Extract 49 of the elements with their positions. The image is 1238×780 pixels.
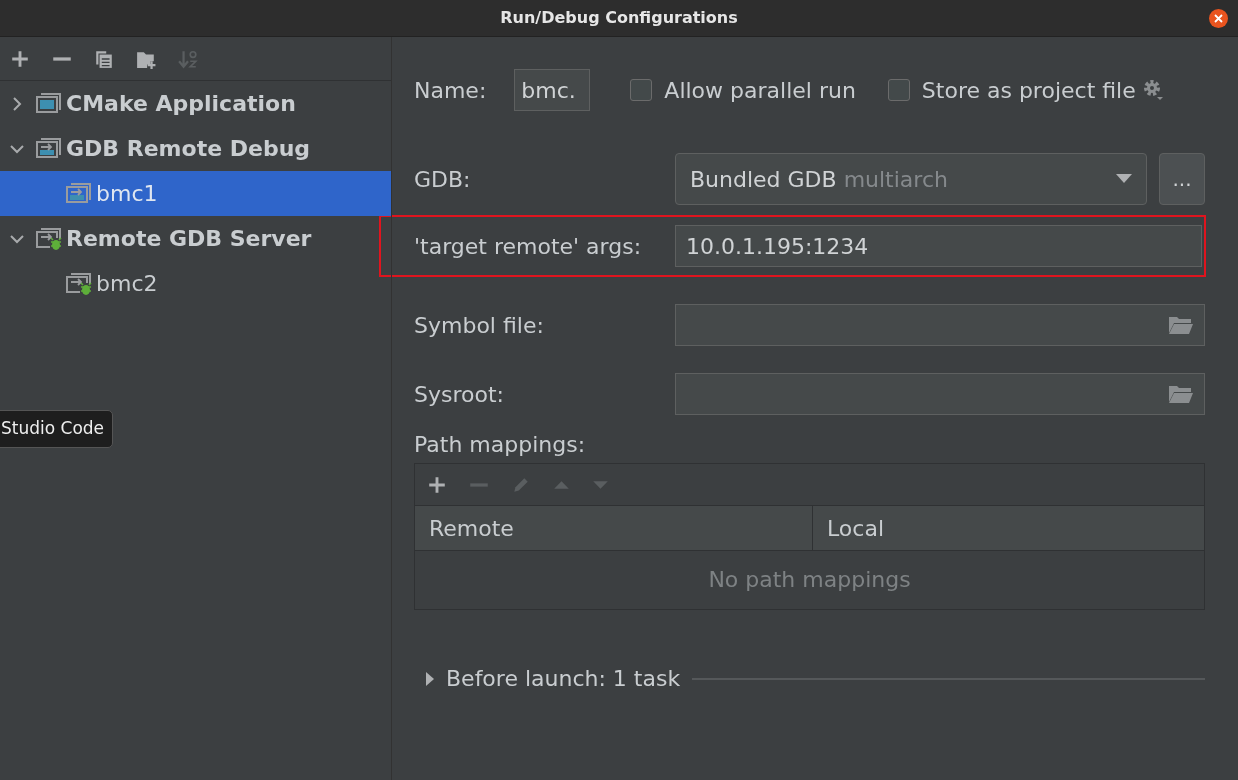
bug-config-icon [66,271,92,296]
tree-item[interactable]: bmc1 [0,171,391,216]
triangle-up-icon [553,479,570,490]
tree-item[interactable]: bmc2 [0,261,391,306]
remote-config-icon [66,181,92,206]
plus-button[interactable] [10,48,30,69]
bug-config-icon [36,226,62,251]
column-header: Local [826,514,886,543]
dropdown[interactable]: Bundled GDB multiarch [675,153,1147,205]
section-label: Path mappings: [414,430,587,459]
tree-item[interactable]: CMake Application [0,81,391,126]
close-icon [1214,14,1223,23]
caret-icon [1116,174,1132,184]
minus-icon [469,482,489,487]
sort-icon [178,48,198,69]
copy-button[interactable] [94,48,114,69]
tree-item[interactable]: Remote GDB Server [0,216,391,261]
browse-button[interactable]: ... [1159,153,1205,205]
checkbox[interactable]: Store as project file [887,73,1136,107]
settings-icon[interactable] [1141,78,1164,102]
triangle-down-icon [592,479,609,490]
minus-icon [52,56,72,61]
minus-button[interactable] [52,56,72,61]
field-label: 'target remote' args: [414,232,643,261]
folder-icon[interactable] [1168,315,1194,335]
window-icon [36,91,62,116]
file-field[interactable] [675,304,1205,346]
folder-icon[interactable] [1168,384,1194,404]
remote-config-icon [36,136,62,161]
expander[interactable]: Before launch: 1 task [424,662,681,695]
column-header: Remote [415,506,813,550]
text-field[interactable]: 10.0.1.195:1234 [675,225,1202,267]
window-title: Run/Debug Configurations [500,7,738,29]
close-button[interactable] [1209,9,1228,28]
triangle-right-icon [424,670,436,687]
file-field[interactable] [675,373,1205,415]
copy-icon [94,48,114,69]
plus-icon [10,48,30,69]
tooltip: Studio Code [0,410,114,448]
plus-button[interactable] [427,474,447,495]
field-label: Symbol file: [414,311,545,340]
field-label: GDB: [414,165,472,194]
plus-icon [427,474,447,495]
tree-item[interactable]: GDB Remote Debug [0,126,391,171]
field-label: Sysroot: [414,380,505,409]
field-label: Name: [414,76,487,105]
checkbox[interactable]: Allow parallel run [630,73,856,107]
empty-text: No path mappings [707,566,912,594]
name-field[interactable]: bmc. [514,69,591,111]
